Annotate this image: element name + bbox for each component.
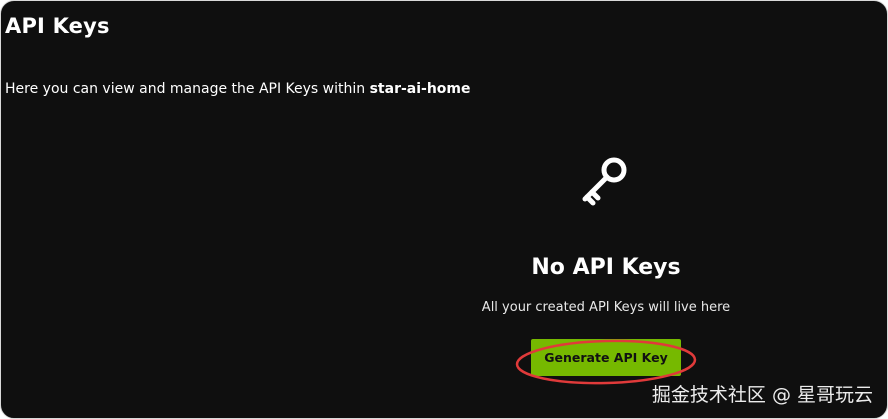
watermark: 掘金技术社区 @ 星哥玩云 [651,384,873,406]
empty-state-title: No API Keys [531,255,681,280]
key-icon [582,157,627,206]
page-title: API Keys [5,14,110,38]
page-description-text: Here you can view and manage the API Key… [5,81,370,97]
empty-state-description: All your created API Keys will live here [481,300,731,315]
project-name: star-ai-home [369,81,471,97]
page-description: Here you can view and manage the API Key… [5,81,471,97]
empty-state: No API Keys All your created API Keys wi… [446,151,766,376]
api-keys-panel: API Keys Here you can view and manage th… [0,0,888,419]
generate-api-key-button[interactable]: Generate API Key [531,339,681,376]
